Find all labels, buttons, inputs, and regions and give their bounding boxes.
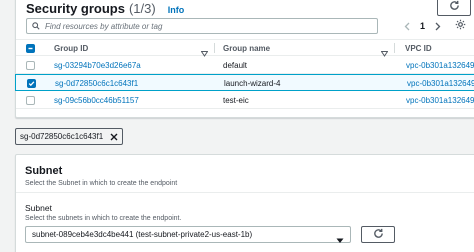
group-id-link[interactable]: sg-03294b70e3d26e67a xyxy=(54,61,141,70)
table-row[interactable]: sg-09c56b0cc46b51157 test-eic vpc-0b301a… xyxy=(16,92,474,109)
table-settings-button[interactable] xyxy=(452,18,468,34)
vpc-id-link[interactable]: vpc-0b301a1326494 xyxy=(406,61,474,70)
subnet-section-description: Select the Subnet in which to create the… xyxy=(25,180,178,187)
table-row[interactable]: sg-03294b70e3d26e67a default vpc-0b301a1… xyxy=(16,57,474,74)
search-icon xyxy=(32,17,40,35)
chevron-left-icon[interactable] xyxy=(401,18,413,34)
subnet-select[interactable]: subnet-089ceb4e3dc4be441 (test-subnet-pr… xyxy=(25,226,351,243)
subnet-field-description: Select the subnets in which to create th… xyxy=(25,215,182,222)
info-link[interactable]: Info xyxy=(168,5,185,15)
subnet-select-value: subnet-089ceb4e3dc4be441 (test-subnet-pr… xyxy=(32,230,253,239)
vpc-id-link[interactable]: vpc-0b301a1326494 xyxy=(407,79,474,88)
security-groups-title: Security groups xyxy=(26,1,125,16)
table-row-selected[interactable]: sg-0d72850c6c1c643f1 launch-wizard-4 vpc… xyxy=(15,74,474,91)
column-header-vpc-id[interactable]: VPC ID xyxy=(405,44,432,53)
refresh-icon xyxy=(373,226,384,244)
divider xyxy=(16,192,474,193)
column-divider[interactable] xyxy=(214,43,215,53)
group-id-link[interactable]: sg-0d72850c6c1c643f1 xyxy=(55,79,138,88)
column-header-group-id[interactable]: Group ID xyxy=(54,44,88,53)
close-icon[interactable] xyxy=(109,132,118,141)
vpc-id-link[interactable]: vpc-0b301a1326494 xyxy=(406,96,474,105)
chevron-right-icon[interactable] xyxy=(432,18,444,34)
group-name-cell: launch-wizard-4 xyxy=(224,79,281,88)
security-groups-panel: Security groups (1/3) Info 1 xyxy=(15,0,474,118)
refresh-button[interactable] xyxy=(437,0,471,16)
pagination: 1 xyxy=(401,18,444,34)
vpc-id-cell-container: vpc-0b301a1326494 xyxy=(406,57,474,73)
security-groups-count: (1/3) xyxy=(128,1,156,16)
group-id-link[interactable]: sg-09c56b0cc46b51157 xyxy=(54,96,139,105)
select-all-checkbox[interactable] xyxy=(26,44,35,53)
subnet-field-label: Subnet xyxy=(25,203,52,213)
page: Security groups (1/3) Info 1 xyxy=(0,0,474,252)
vpc-id-cell-container: vpc-0b301a1326494 xyxy=(406,92,474,108)
subnet-section-title: Subnet xyxy=(25,165,63,177)
row-checkbox[interactable] xyxy=(26,96,35,105)
subnet-refresh-button[interactable] xyxy=(361,226,395,243)
caret-down-icon xyxy=(336,231,344,249)
row-checkbox[interactable] xyxy=(26,61,35,70)
table-header: Group ID Group name VPC ID xyxy=(16,39,474,57)
search-input[interactable] xyxy=(45,21,365,31)
token-label: sg-0d72850c6c1c643f1 xyxy=(20,132,104,141)
row-checkbox-checked[interactable] xyxy=(27,79,36,88)
refresh-icon xyxy=(449,0,460,16)
subnet-panel: Subnet Select the Subnet in which to cre… xyxy=(15,154,474,252)
vpc-id-cell-container: vpc-0b301a1326494 xyxy=(407,75,474,90)
column-divider[interactable] xyxy=(394,43,395,53)
group-name-cell: test-eic xyxy=(223,96,249,105)
column-header-group-name[interactable]: Group name xyxy=(223,44,270,53)
search-field[interactable] xyxy=(26,18,378,34)
current-page[interactable]: 1 xyxy=(420,21,425,31)
gear-icon xyxy=(455,17,466,35)
group-name-cell: default xyxy=(223,61,248,70)
selected-security-group-token: sg-0d72850c6c1c643f1 xyxy=(15,128,124,145)
